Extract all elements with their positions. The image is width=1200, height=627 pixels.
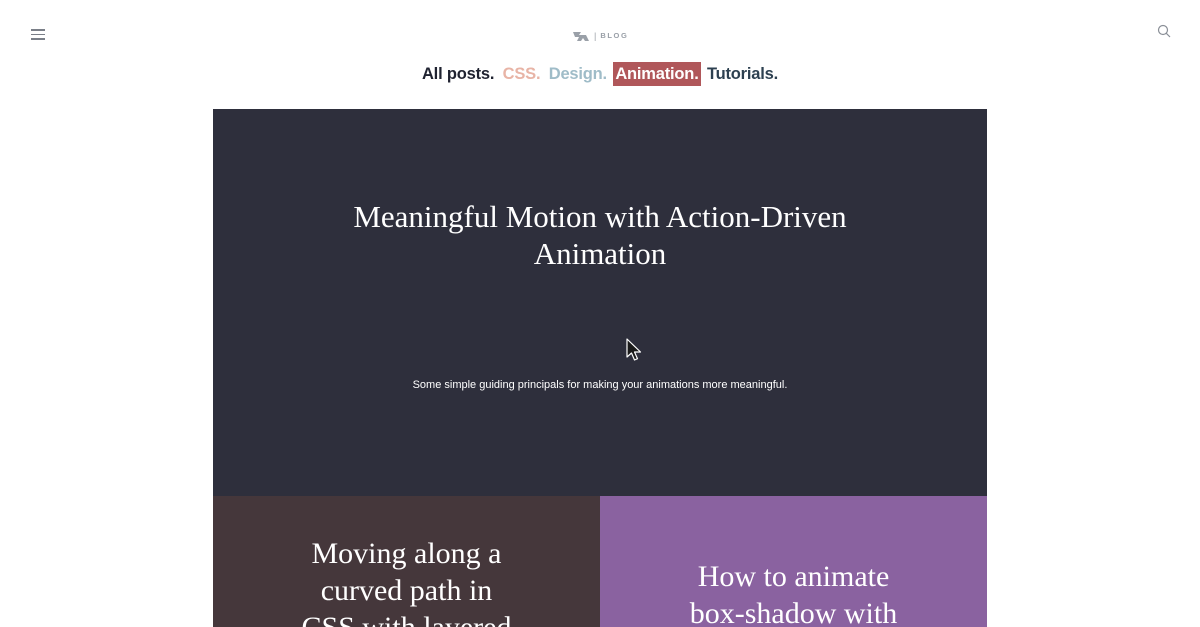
category-animation[interactable]: Animation. <box>613 62 701 86</box>
post-card-curved-path[interactable]: Moving along a curved path in CSS with l… <box>213 496 600 627</box>
logo-text: BLOG <box>600 31 629 40</box>
featured-title-line-1: Meaningful Motion with Action-Driven <box>353 199 847 234</box>
hamburger-menu-icon[interactable] <box>31 29 45 40</box>
featured-title-line-2: Animation <box>533 236 667 271</box>
category-css[interactable]: CSS. <box>501 62 543 86</box>
post-title-line-2: curved path in <box>320 574 493 607</box>
category-nav: All posts. CSS. Design. Animation. Tutor… <box>0 62 1200 86</box>
post-card-title[interactable]: Moving along a curved path in CSS with l… <box>213 535 600 627</box>
search-icon[interactable] <box>1157 24 1171 38</box>
logo-mark-icon <box>573 32 589 41</box>
post-title-line-2: box-shadow with <box>689 597 898 627</box>
post-title-line-1: How to animate <box>697 560 890 593</box>
featured-post-card[interactable]: Meaningful Motion with Action-Driven Ani… <box>213 109 987 496</box>
blog-page: | BLOG All posts. CSS. Design. Animation… <box>0 0 1200 627</box>
post-card-title[interactable]: How to animate box-shadow with <box>600 558 987 627</box>
category-design[interactable]: Design. <box>547 62 609 86</box>
category-tutorials[interactable]: Tutorials. <box>705 62 780 86</box>
featured-post-title[interactable]: Meaningful Motion with Action-Driven Ani… <box>213 198 987 272</box>
post-title-line-3: CSS with layered <box>213 609 600 627</box>
category-all-posts[interactable]: All posts. <box>420 62 496 86</box>
blog-logo[interactable]: | BLOG <box>572 29 628 43</box>
logo-separator: | <box>594 31 597 41</box>
featured-post-description: Some simple guiding principals for makin… <box>412 379 788 391</box>
post-title-line-1: Moving along a <box>311 537 502 570</box>
post-card-box-shadow[interactable]: How to animate box-shadow with <box>600 496 987 627</box>
